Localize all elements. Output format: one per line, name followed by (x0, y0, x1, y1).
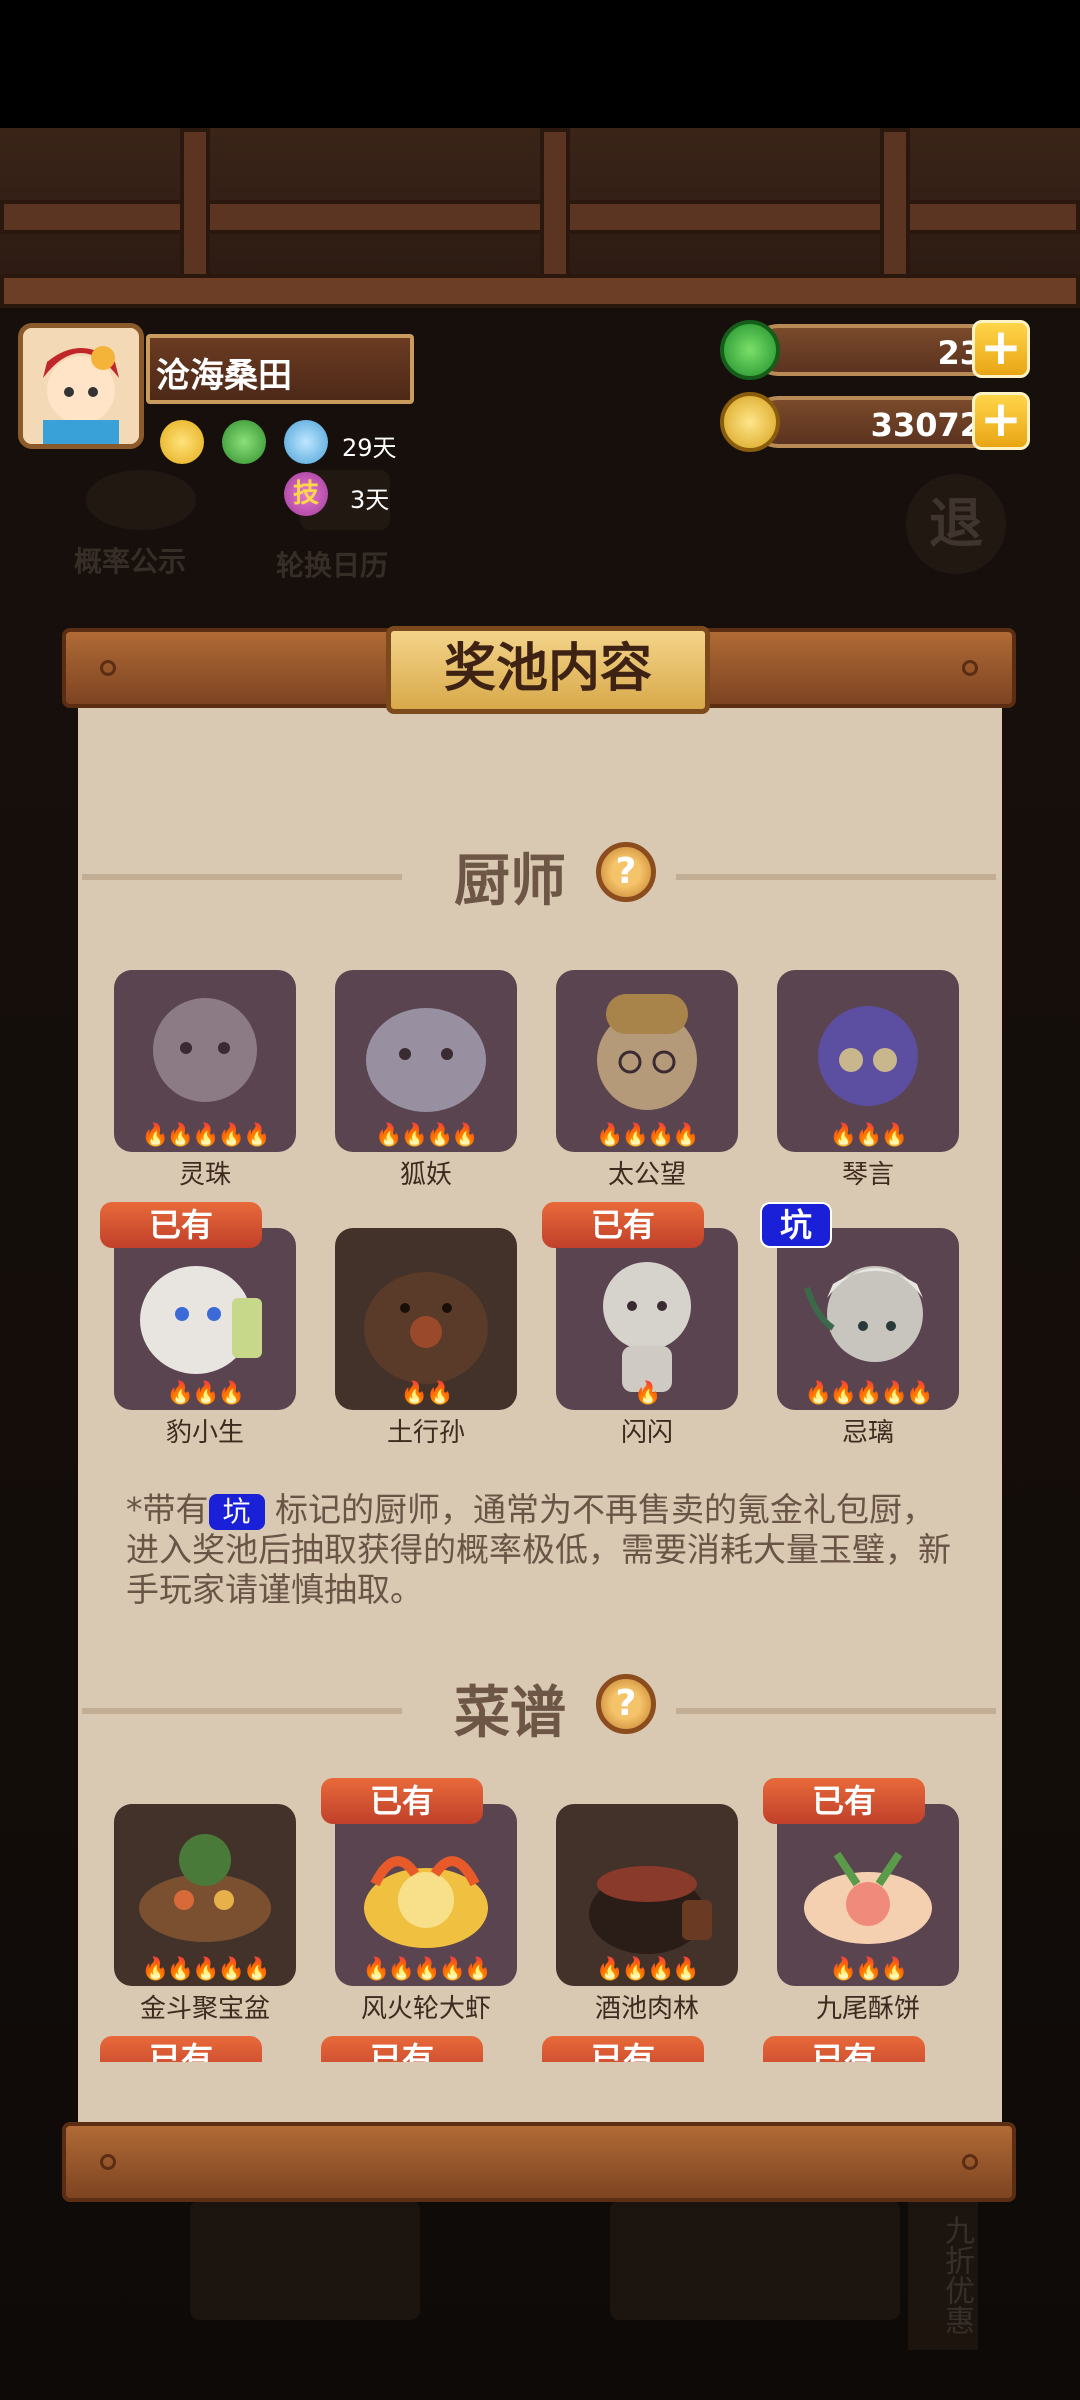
star-rating: 🔥🔥 (400, 1381, 454, 1406)
skill-up-icon: 技 (284, 472, 328, 516)
star-rating: 🔥🔥🔥🔥🔥 (141, 1957, 271, 1982)
keng-badge: 坑 (760, 1202, 832, 1248)
owned-badge: 已有 (100, 1202, 262, 1248)
add-coins-button[interactable]: + (972, 392, 1030, 450)
next-row-clip: 已有 已有 已有 已有 (78, 2036, 1002, 2062)
chef-name: 灵珠 (178, 1160, 231, 1190)
owned-badge: 已有 (542, 2036, 704, 2062)
chef-name: 狐妖 (399, 1160, 452, 1190)
star-rating: 🔥🔥🔥🔥🔥 (141, 1123, 271, 1148)
buff-duration-2: 3天 (350, 486, 390, 514)
chef-card-taigongwang[interactable]: 🔥🔥🔥🔥 (556, 970, 738, 1152)
chef-card-lingzhu[interactable]: 🔥🔥🔥🔥🔥 (114, 970, 296, 1152)
star-rating: 🔥🔥🔥🔥 (596, 1123, 700, 1148)
keng-inline-badge: 坑 (208, 1493, 265, 1530)
recipe-help-button[interactable]: ? (596, 1674, 656, 1734)
star-rating: 🔥 (634, 1381, 661, 1406)
chef-section-title: 厨师 (454, 849, 566, 914)
chef-name: 土行孙 (386, 1418, 465, 1448)
coin-amount: 33072 (870, 406, 982, 444)
divider (676, 874, 996, 880)
panel-footer-board (62, 2122, 1016, 2202)
plate-up-icon (284, 420, 328, 464)
status-bar-area (0, 0, 1080, 128)
nail-icon (962, 2154, 978, 2170)
chef-name: 豹小生 (165, 1418, 244, 1448)
recipe-card-jiuchi[interactable]: 🔥🔥🔥🔥 (556, 1804, 738, 1986)
divider (82, 874, 402, 880)
recipe-name: 酒池肉林 (594, 1994, 699, 2024)
owned-badge: 已有 (763, 2036, 925, 2062)
owned-badge: 已有 (321, 1778, 483, 1824)
add-jade-button[interactable]: + (972, 320, 1030, 378)
panel-title: 奖池内容 (443, 639, 652, 699)
divider (82, 1708, 402, 1714)
chef-name: 太公望 (607, 1160, 686, 1190)
chef-name: 忌璃 (841, 1418, 894, 1448)
keng-notice: *带有坑 标记的厨师，通常为不再售卖的氪金礼包厨，进入奖池后抽取获得的概率极低，… (126, 1490, 962, 1610)
jade-up-icon (222, 420, 266, 464)
chef-card-huyao[interactable]: 🔥🔥🔥🔥 (335, 970, 517, 1152)
recipe-name: 金斗聚宝盆 (139, 1994, 270, 2024)
owned-badge: 已有 (321, 2036, 483, 2062)
chef-name: 琴言 (841, 1160, 894, 1190)
buff-duration-1: 29天 (342, 434, 397, 462)
coin-icon (720, 392, 780, 452)
recipe-card-jindou[interactable]: 🔥🔥🔥🔥🔥 (114, 1804, 296, 1986)
recipe-name: 九尾酥饼 (815, 1994, 920, 2024)
chef-card-baoxiaosheng[interactable]: 🔥🔥🔥 (114, 1228, 296, 1410)
star-rating: 🔥🔥🔥 (829, 1123, 908, 1148)
star-rating: 🔥🔥🔥 (166, 1381, 245, 1406)
player-name: 沧海桑田 (156, 356, 292, 396)
star-rating: 🔥🔥🔥🔥🔥 (804, 1381, 934, 1406)
panel-title-plaque: 奖池内容 (386, 626, 710, 714)
recipe-card-jiuwei[interactable]: 🔥🔥🔥 (777, 1804, 959, 1986)
owned-badge: 已有 (763, 1778, 925, 1824)
roof-beams-background (0, 128, 1080, 308)
recipe-name: 风火轮大虾 (360, 1994, 491, 2024)
player-name-plate: 沧海桑田 (146, 334, 414, 404)
notice-prefix: *带有 (126, 1490, 209, 1529)
star-rating: 🔥🔥🔥 (829, 1957, 908, 1982)
nail-icon (962, 660, 978, 676)
star-rating: 🔥🔥🔥🔥 (375, 1123, 479, 1148)
nail-icon (100, 2154, 116, 2170)
recipe-card-fenghuolun[interactable]: 🔥🔥🔥🔥🔥 (335, 1804, 517, 1986)
recipe-section-title: 菜谱 (454, 1681, 566, 1746)
chef-name: 闪闪 (620, 1418, 673, 1448)
chef-card-shanshan[interactable]: 🔥 (556, 1228, 738, 1410)
gold-coin-up-icon (160, 420, 204, 464)
divider (676, 1708, 996, 1714)
chef-help-button[interactable]: ? (596, 842, 656, 902)
nail-icon (100, 660, 116, 676)
chef-card-qinyan[interactable]: 🔥🔥🔥 (777, 970, 959, 1152)
owned-badge: 已有 (542, 1202, 704, 1248)
chef-card-tuxingsun[interactable]: 🔥🔥 (335, 1228, 517, 1410)
avatar[interactable] (18, 323, 144, 449)
star-rating: 🔥🔥🔥🔥🔥 (362, 1957, 492, 1982)
owned-badge: 已有 (100, 2036, 262, 2062)
jade-icon (720, 320, 780, 380)
star-rating: 🔥🔥🔥🔥 (596, 1957, 700, 1982)
chef-card-jili[interactable]: 🔥🔥🔥🔥🔥 (777, 1228, 959, 1410)
